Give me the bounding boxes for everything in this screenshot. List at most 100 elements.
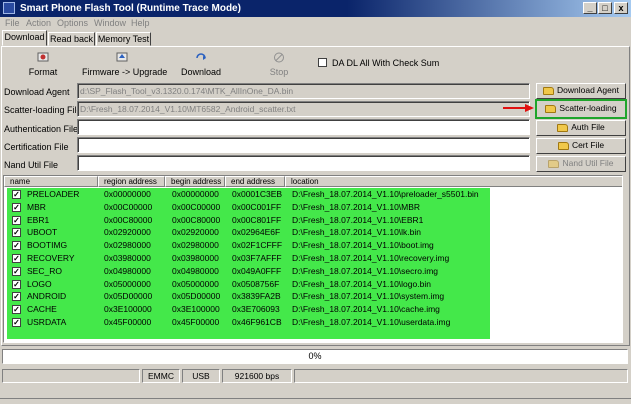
table-header: name region address begin address end ad… (4, 176, 622, 187)
cell-name: UBOOT (27, 227, 58, 238)
stop-icon (274, 52, 284, 63)
nand-util-file-field[interactable] (77, 155, 530, 171)
table-row[interactable]: ✓ UBOOT 0x02920000 0x02920000 0x02964E6F D:\F… (7, 226, 490, 239)
format-label: Format (28, 67, 58, 77)
partition-table: name region address begin address end ad… (3, 175, 623, 343)
folder-icon (545, 104, 557, 113)
status-storage: EMMC (142, 369, 180, 383)
da-checksum-label: DA DL All With Check Sum (332, 58, 440, 68)
cell-region-address: 0x45F00000 (104, 317, 152, 327)
row-checkbox[interactable]: ✓ (12, 228, 21, 238)
row-checkbox[interactable]: ✓ (12, 215, 21, 225)
cell-location: D:\Fresh_18.07.2014_V1.10\cache.img (292, 304, 440, 315)
menu-file[interactable]: File (5, 17, 20, 30)
cell-end-address: 0x03F7AFFF (232, 253, 282, 263)
folder-icon (543, 86, 555, 95)
nand-util-file-button-label: Nand Util File (562, 158, 614, 168)
cell-location: D:\Fresh_18.07.2014_V1.10\preloader_s550… (292, 189, 479, 199)
cell-begin-address: 0x00000000 (172, 189, 219, 199)
cell-location: D:\Fresh_18.07.2014_V1.10\system.img (292, 291, 445, 302)
row-checkbox[interactable]: ✓ (12, 254, 21, 263)
cell-region-address: 0x00C80000 (104, 214, 153, 225)
format-icon (37, 52, 49, 62)
menu-action[interactable]: Action (26, 17, 51, 30)
table-row[interactable]: ✓ USRDATA 0x45F00000 0x45F00000 0x46F961CB D:… (7, 316, 490, 329)
menu-help[interactable]: Help (131, 17, 150, 30)
menu-bar: File Action Options Window Help (0, 17, 631, 31)
cell-name: BOOTIMG (27, 240, 68, 251)
nand-util-file-label: Nand Util File (4, 160, 59, 170)
cell-location: D:\Fresh_18.07.2014_V1.10\logo.bin (292, 278, 431, 289)
stop-label: Stop (269, 67, 289, 77)
minimize-button[interactable]: _ (583, 2, 597, 14)
window-bottom-edge (0, 398, 631, 399)
cell-region-address: 0x03980000 (104, 253, 151, 263)
scatter-file-field[interactable]: D:\Fresh_18.07.2014_V1.10\MT6582_Android… (77, 101, 530, 117)
tab-read-back[interactable]: Read back (48, 32, 95, 46)
table-row[interactable]: ✓ EBR1 0x00C80000 0x00C80000 0x00C801FF D:\Fr… (7, 214, 490, 227)
cell-region-address: 0x04980000 (104, 265, 151, 276)
table-row[interactable]: ✓ SEC_RO 0x04980000 0x04980000 0x049A0FFF D:\… (7, 265, 490, 278)
row-checkbox[interactable]: ✓ (12, 190, 21, 199)
column-header-region-address[interactable]: region address (98, 176, 165, 187)
download-button[interactable]: Download (178, 52, 224, 78)
table-row[interactable]: ✓ MBR 0x00C00000 0x00C00000 0x00C001FF D:\Fre… (7, 201, 490, 214)
cell-region-address: 0x05D00000 (104, 291, 153, 302)
column-header-name[interactable]: name (4, 176, 98, 187)
cell-region-address: 0x02920000 (104, 227, 151, 238)
format-button[interactable]: Format (26, 52, 60, 78)
da-checksum-checkbox[interactable] (318, 58, 327, 67)
cell-begin-address: 0x04980000 (172, 265, 219, 276)
auth-file-field[interactable] (77, 119, 530, 135)
table-row[interactable]: ✓ LOGO 0x05000000 0x05000000 0x0508756F D:\Fr… (7, 278, 490, 291)
cell-location: D:\Fresh_18.07.2014_V1.10\userdata.img (292, 317, 451, 327)
table-row[interactable]: ✓ ANDROID 0x05D00000 0x05D00000 0x3839FA2B D:… (7, 290, 490, 303)
tab-memory-test[interactable]: Memory Test (96, 32, 151, 46)
column-header-begin-address[interactable]: begin address (165, 176, 225, 187)
row-checkbox[interactable]: ✓ (12, 241, 21, 251)
row-checkbox[interactable]: ✓ (12, 266, 21, 276)
stop-button[interactable]: Stop (264, 52, 294, 78)
table-row[interactable]: ✓ CACHE 0x3E100000 0x3E100000 0x3E706093 D:\F… (7, 303, 490, 316)
download-icon (196, 53, 206, 60)
row-checkbox[interactable]: ✓ (12, 279, 21, 289)
status-panel-4 (294, 369, 628, 383)
nand-util-file-button[interactable]: Nand Util File (536, 156, 626, 172)
table-row[interactable]: ✓ RECOVERY 0x03980000 0x03980000 0x03F7AFFF D… (7, 252, 490, 265)
download-agent-button[interactable]: Download Agent (536, 83, 626, 99)
maximize-button[interactable]: □ (598, 2, 612, 14)
cell-location: D:\Fresh_18.07.2014_V1.10\secro.img (292, 265, 439, 276)
download-agent-field[interactable]: d:\SP_Flash_Tool_v3.1320.0.174\MTK_AllIn… (77, 83, 530, 99)
cert-file-field[interactable] (77, 137, 530, 153)
cell-name: RECOVERY (27, 253, 75, 263)
cell-location: D:\Fresh_18.07.2014_V1.10\recovery.img (292, 253, 450, 263)
cell-region-address: 0x00000000 (104, 189, 151, 199)
menu-options[interactable]: Options (57, 17, 88, 30)
cert-file-label: Certification File (4, 142, 69, 152)
cert-file-button[interactable]: Cert File (536, 138, 626, 154)
column-header-location[interactable]: location (285, 176, 622, 187)
cell-begin-address: 0x02920000 (172, 227, 219, 238)
close-button[interactable]: x (614, 2, 628, 14)
cell-region-address: 0x02980000 (104, 240, 151, 251)
cell-end-address: 0x00C001FF (232, 201, 282, 212)
row-checkbox[interactable]: ✓ (12, 292, 21, 302)
status-baudrate: 921600 bps (222, 369, 292, 383)
cert-file-button-label: Cert File (571, 140, 605, 150)
row-checkbox[interactable]: ✓ (12, 318, 21, 327)
column-header-end-address[interactable]: end address (225, 176, 285, 187)
auth-file-button-label: Auth File (571, 122, 605, 132)
row-checkbox[interactable]: ✓ (12, 202, 21, 212)
menu-window[interactable]: Window (94, 17, 126, 30)
table-row[interactable]: ✓ PRELOADER 0x00000000 0x00000000 0x0001C3EB… (7, 188, 490, 201)
auth-file-button[interactable]: Auth File (536, 120, 626, 136)
firmware-upgrade-button[interactable]: Firmware -> Upgrade (82, 52, 167, 78)
scatter-loading-button[interactable]: Scatter-loading (535, 99, 627, 119)
cell-region-address: 0x3E100000 (104, 304, 152, 315)
row-checkbox[interactable]: ✓ (12, 305, 21, 315)
tab-download[interactable]: Download (2, 30, 47, 46)
title-bar[interactable]: Smart Phone Flash Tool (Runtime Trace Mo… (0, 0, 631, 17)
cell-end-address: 0x0508756F (232, 278, 280, 289)
table-row[interactable]: ✓ BOOTIMG 0x02980000 0x02980000 0x02F1CFFF D:… (7, 239, 490, 252)
cell-end-address: 0x46F961CB (232, 317, 282, 327)
